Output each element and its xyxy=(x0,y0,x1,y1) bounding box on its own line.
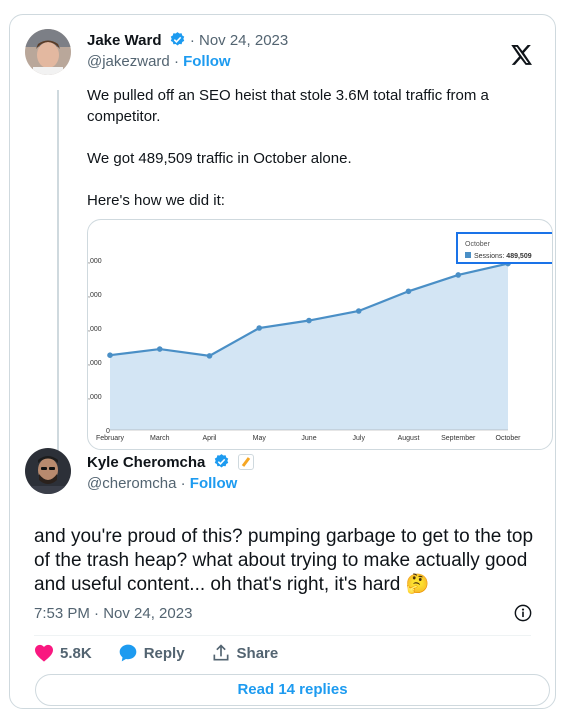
share-icon xyxy=(213,644,229,661)
y-tick-label: ,000 xyxy=(88,258,102,265)
separator: · xyxy=(180,475,186,492)
data-point xyxy=(355,308,362,314)
data-point xyxy=(405,288,412,295)
x-logo-icon[interactable] xyxy=(511,45,533,70)
follow-button[interactable]: Follow xyxy=(183,53,231,70)
x-tick-label: October xyxy=(496,435,522,442)
thinking-face-emoji: 🤔 xyxy=(405,574,430,595)
tweet-text-line: We got 489,509 traffic in October alone. xyxy=(87,150,352,167)
tweet-text-line: Here's how we did it: xyxy=(87,192,225,209)
y-tick-label: ,000 xyxy=(88,394,102,401)
reply-timestamp[interactable]: 7:53 PM · Nov 24, 2023 xyxy=(34,605,192,622)
reply-follow-button[interactable]: Follow xyxy=(190,475,238,492)
separator: · xyxy=(189,32,195,49)
tooltip-title: October xyxy=(465,241,491,248)
y-tick-label: ,000 xyxy=(88,326,102,333)
verified-badge-icon xyxy=(213,453,230,474)
reply-author-name-row: Kyle Cheromcha xyxy=(87,453,254,474)
tooltip-label: Sessions: 489,509 xyxy=(474,253,532,260)
reply-button[interactable]: Reply xyxy=(118,643,185,663)
y-tick-label: ,000 xyxy=(88,292,102,299)
x-tick-label: June xyxy=(301,435,316,442)
tooltip-value: 489,509 xyxy=(506,253,531,260)
x-tick-label: July xyxy=(353,435,366,442)
reply-author-handle[interactable]: @cheromcha xyxy=(87,475,176,492)
author-name-row: Jake Ward · Nov 24, 2023 xyxy=(87,31,288,52)
like-button[interactable]: 5.8K xyxy=(34,644,92,662)
author-handle-row: @jakezward · Follow xyxy=(87,53,231,70)
series-area xyxy=(110,263,508,430)
reply-author-avatar[interactable] xyxy=(25,448,71,494)
share-button[interactable]: Share xyxy=(211,643,279,663)
traffic-chart-image[interactable]: 0 ,000 ,000 ,000 ,000 ,000 February March April M… xyxy=(87,219,553,450)
author-avatar[interactable] xyxy=(25,29,71,75)
verified-badge-icon xyxy=(169,31,186,52)
tweet-text: We pulled off an SEO heist that stole 3.… xyxy=(87,85,527,211)
divider xyxy=(34,635,531,636)
reply-text: and you're proud of this? pumping garbag… xyxy=(34,525,554,597)
tweet-date[interactable]: Nov 24, 2023 xyxy=(199,32,288,49)
data-point xyxy=(256,325,263,331)
x-tick-label: April xyxy=(202,435,216,442)
reply-handle-row: @cheromcha · Follow xyxy=(87,475,237,492)
author-name[interactable]: Jake Ward xyxy=(87,32,161,49)
y-tick-label: 0 xyxy=(106,428,110,435)
traffic-chart: 0 ,000 ,000 ,000 ,000 ,000 February March April M… xyxy=(88,232,552,442)
read-replies-button[interactable]: Read 14 replies xyxy=(35,674,550,706)
action-bar: 5.8K Reply Share xyxy=(34,643,304,663)
data-point xyxy=(306,317,312,324)
data-point xyxy=(107,352,113,358)
data-point xyxy=(206,353,213,359)
author-handle[interactable]: @jakezward xyxy=(87,53,170,70)
like-count: 5.8K xyxy=(60,644,92,662)
data-point xyxy=(455,272,462,278)
reply-author-name[interactable]: Kyle Cheromcha xyxy=(87,454,205,471)
tweet-text-line: We pulled off an SEO heist that stole 3.… xyxy=(87,87,489,125)
reply-label: Reply xyxy=(143,644,185,662)
reply-text-body: and you're proud of this? pumping garbag… xyxy=(34,526,534,595)
x-tick-label: August xyxy=(398,435,420,442)
data-point xyxy=(156,346,163,352)
x-tick-label: May xyxy=(253,435,267,442)
affiliate-badge-icon xyxy=(237,454,254,470)
tooltip-swatch xyxy=(465,252,471,258)
tweet-embed-card: Jake Ward · Nov 24, 2023 @jakezward · Fo… xyxy=(9,14,556,709)
y-tick-label: ,000 xyxy=(88,360,102,367)
heart-icon xyxy=(35,644,53,662)
share-label: Share xyxy=(236,644,279,662)
separator: · xyxy=(173,53,179,70)
x-tick-label: February xyxy=(96,435,125,442)
x-tick-label: September xyxy=(441,435,476,442)
speech-bubble-icon xyxy=(119,644,137,662)
info-icon[interactable] xyxy=(514,604,532,627)
x-tick-label: March xyxy=(150,435,170,442)
thread-line xyxy=(57,90,59,460)
